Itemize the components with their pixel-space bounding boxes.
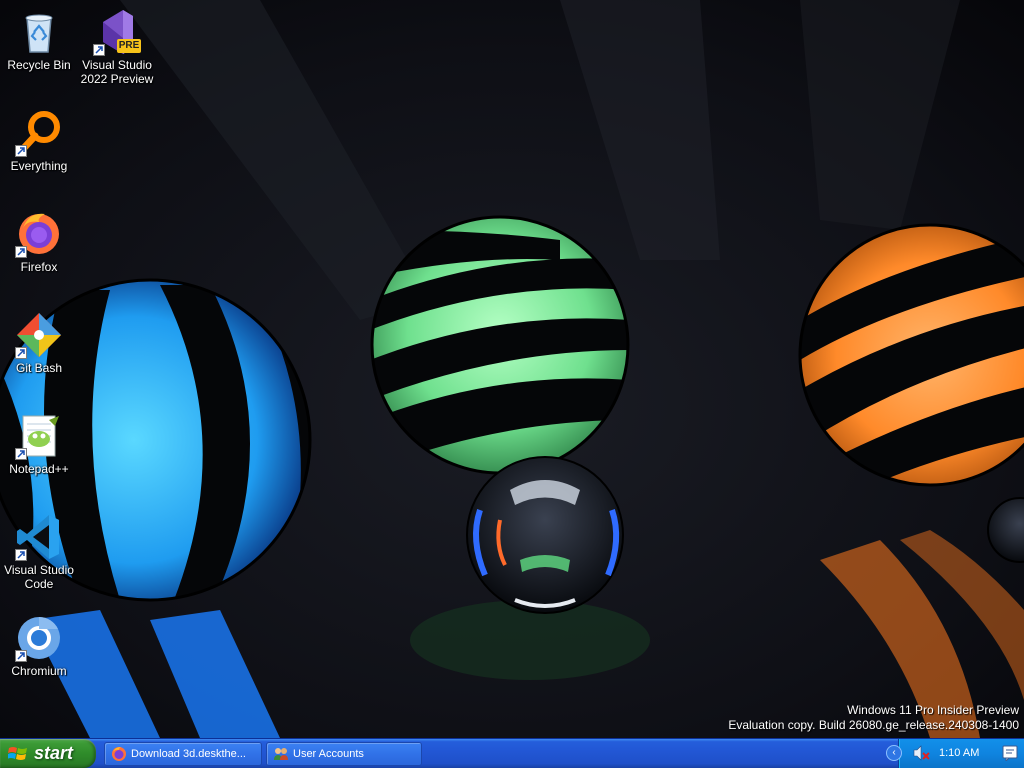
taskbar: start Download 3d.deskthe... User Accoun… — [0, 738, 1024, 768]
desktop-icon-chromium[interactable]: Chromium — [1, 614, 77, 678]
user-accounts-icon — [274, 748, 288, 760]
desktop-icon-everything[interactable]: Everything — [1, 109, 77, 173]
watermark-edition: Windows 11 Pro Insider Preview — [847, 703, 1019, 717]
watermark-build: Evaluation copy. Build 26080.ge_release.… — [728, 718, 1019, 732]
desktop-wallpaper — [0, 0, 1024, 738]
task-button-user-accounts[interactable]: User Accounts — [266, 742, 422, 766]
volume-muted-icon[interactable] — [913, 745, 931, 761]
firefox-label: Firefox — [20, 260, 58, 274]
desktop-icon-firefox[interactable]: Firefox — [1, 210, 77, 274]
shortcut-arrow-icon — [15, 448, 27, 460]
recycle-bin-label: Recycle Bin — [7, 58, 71, 72]
firefox-icon — [112, 747, 126, 761]
recycle-bin-icon — [15, 8, 63, 56]
shortcut-arrow-icon — [15, 145, 27, 157]
desktop-icon-vscode[interactable]: Visual Studio Code — [1, 513, 77, 591]
task-button-label: User Accounts — [293, 748, 364, 760]
chromium-label: Chromium — [11, 664, 67, 678]
shortcut-arrow-icon — [15, 347, 27, 359]
vscode-label: Visual Studio Code — [4, 563, 74, 591]
notification-icon[interactable] — [1002, 745, 1018, 761]
task-button-firefox-download[interactable]: Download 3d.deskthe... — [104, 742, 262, 766]
os-build-watermark: Windows 11 Pro Insider Preview Evaluatio… — [728, 703, 1019, 733]
git-bash-label: Git Bash — [15, 361, 63, 375]
vscode-icon — [15, 513, 63, 561]
visual-studio-preview-label: Visual Studio 2022 Preview — [80, 58, 154, 86]
chromium-icon — [15, 614, 63, 662]
desktop-icon-notepad-plus-plus[interactable]: Notepad++ — [1, 412, 77, 476]
shortcut-arrow-icon — [15, 246, 27, 258]
clock[interactable]: 1:10 AM — [939, 739, 979, 768]
desktop-icon-visual-studio-preview[interactable]: PRE Visual Studio 2022 Preview — [79, 8, 155, 86]
desktop-icon-recycle-bin[interactable]: Recycle Bin — [1, 8, 77, 72]
firefox-icon — [15, 210, 63, 258]
desktop-icon-git-bash[interactable]: Git Bash — [1, 311, 77, 375]
visual-studio-preview-icon: PRE — [93, 8, 141, 56]
start-button[interactable]: start — [0, 739, 96, 768]
everything-label: Everything — [10, 159, 68, 173]
task-button-label: Download 3d.deskthe... — [131, 748, 246, 760]
preview-badge: PRE — [118, 40, 140, 51]
start-label: start — [34, 743, 74, 763]
shortcut-arrow-icon — [93, 44, 105, 56]
notepad-plus-plus-label: Notepad++ — [9, 462, 69, 476]
chevron-left-icon[interactable]: ‹ — [886, 745, 902, 761]
shortcut-arrow-icon — [15, 549, 27, 561]
shortcut-arrow-icon — [15, 650, 27, 662]
everything-search-icon — [15, 109, 63, 157]
git-bash-icon — [15, 311, 63, 359]
notepad-plus-plus-icon — [15, 412, 63, 460]
windows-logo-icon — [8, 746, 27, 760]
system-tray: ‹ 1:10 AM — [886, 739, 1024, 768]
